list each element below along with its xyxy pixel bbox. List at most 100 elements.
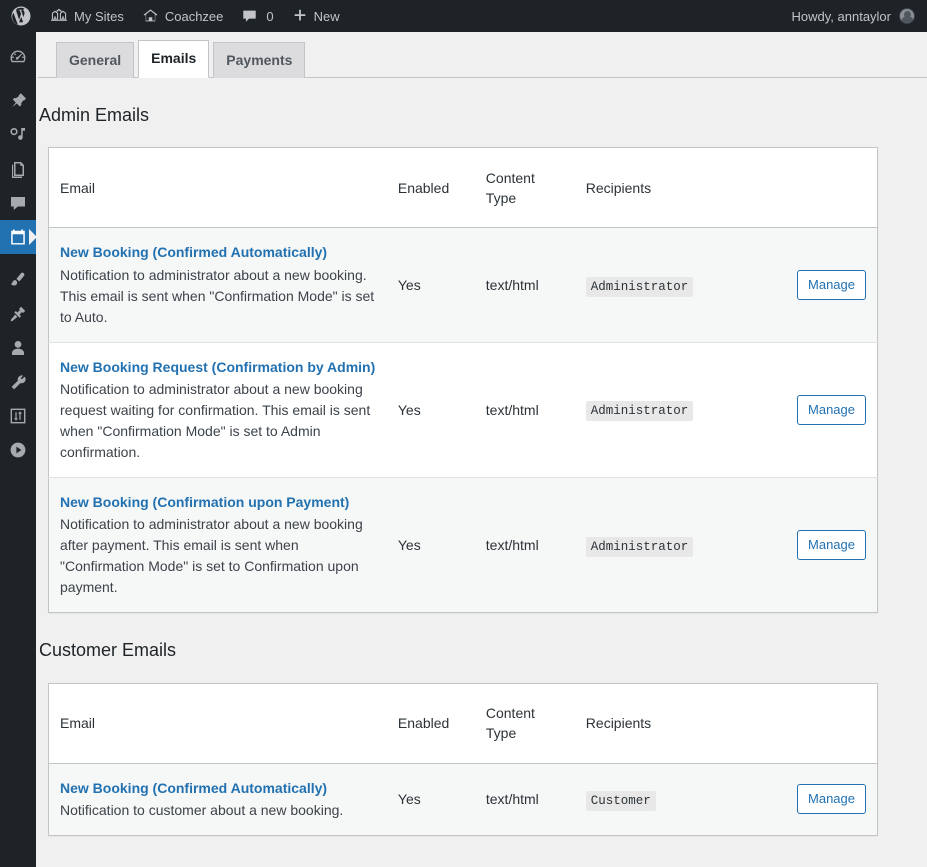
recipient-badge: Administrator — [585, 401, 694, 422]
column-header-content-type: Content Type — [475, 147, 576, 229]
recipients-cell: Customer — [575, 763, 776, 836]
admin-emails-heading: Admin Emails — [39, 105, 150, 125]
comment-bubble-icon — [241, 8, 258, 24]
site-name-label: Coachzee — [164, 8, 224, 24]
email-title-link[interactable]: New Booking (Confirmed Automatically) — [60, 778, 378, 798]
column-header-enabled: Enabled — [387, 683, 476, 764]
column-header-recipients: Recipients — [575, 147, 776, 229]
menu-separator-1 — [0, 75, 36, 84]
buildings-icon — [50, 8, 68, 24]
column-header-email: Email — [48, 683, 388, 764]
sidebar-item-media-player[interactable] — [0, 433, 36, 467]
sidebar-item-tools[interactable] — [0, 365, 36, 399]
pages-icon — [8, 159, 28, 179]
new-label: New — [313, 8, 340, 24]
manage-button[interactable]: Manage — [797, 784, 866, 815]
sidebar-item-pages[interactable] — [0, 152, 36, 186]
sidebar-item-media[interactable] — [0, 118, 36, 152]
sidebar-item-bookings[interactable] — [0, 220, 37, 254]
sidebar-item-appearance[interactable] — [0, 263, 36, 297]
recipient-badge: Administrator — [585, 276, 694, 297]
my-sites-menu[interactable]: My Sites — [41, 0, 133, 32]
sidebar-item-plugins[interactable] — [0, 297, 36, 331]
pin-icon — [8, 91, 28, 111]
table-header-row: Email Enabled Content Type Recipients — [48, 147, 878, 229]
customer-emails-table-body: New Booking (Confirmed Automatically) No… — [48, 763, 878, 836]
settings-tab-bar: General Emails Payments — [38, 40, 927, 78]
column-header-enabled: Enabled — [387, 147, 476, 229]
plus-icon — [292, 8, 308, 24]
new-content-menu[interactable]: New — [283, 0, 349, 32]
content-type-cell: text/html — [475, 342, 576, 478]
email-cell: New Booking (Confirmed Automatically) No… — [48, 763, 388, 836]
email-description: Notification to administrator about a ne… — [60, 266, 375, 325]
paintbrush-icon — [8, 270, 28, 290]
email-description: Notification to administrator about a ne… — [60, 380, 371, 460]
enabled-cell: Yes — [387, 227, 476, 343]
media-icon — [8, 125, 28, 145]
home-icon — [142, 8, 159, 24]
tab-general[interactable]: General — [56, 42, 135, 78]
email-title-link[interactable]: New Booking (Confirmed Automatically) — [60, 242, 378, 262]
my-account-menu[interactable]: Howdy, anntaylor — [783, 0, 927, 32]
avatar — [899, 8, 915, 24]
settings-icon — [8, 406, 28, 426]
email-description: Notification to customer about a new boo… — [60, 801, 344, 818]
sidebar-item-posts[interactable] — [0, 84, 36, 118]
comments-menu[interactable]: 0 — [232, 0, 282, 32]
comments-icon — [8, 193, 28, 213]
recipient-badge: Customer — [585, 790, 656, 811]
admin-emails-table: Email Enabled Content Type Recipients Ne… — [48, 147, 878, 614]
manage-button[interactable]: Manage — [797, 530, 866, 561]
calendar-icon — [8, 227, 28, 247]
content-type-cell: text/html — [475, 227, 576, 343]
comment-count: 0 — [266, 8, 274, 24]
wp-admin-bar: My Sites Coachzee 0 New Howdy, anntaylor — [0, 0, 927, 32]
menu-separator-2 — [0, 254, 36, 263]
enabled-cell: Yes — [387, 342, 476, 478]
recipients-cell: Administrator — [575, 477, 776, 613]
tab-payments[interactable]: Payments — [213, 42, 306, 78]
table-row: New Booking Request (Confirmation by Adm… — [48, 342, 878, 478]
manage-button[interactable]: Manage — [797, 394, 866, 425]
recipients-cell: Administrator — [575, 227, 776, 343]
email-description: Notification to administrator about a ne… — [60, 516, 363, 596]
content-type-cell: text/html — [475, 763, 576, 836]
recipient-badge: Administrator — [585, 536, 694, 557]
customer-emails-table-head: Email Enabled Content Type Recipients — [48, 683, 878, 764]
wordpress-logo-menu[interactable] — [0, 0, 41, 32]
wordpress-logo-icon — [11, 6, 31, 26]
manage-button[interactable]: Manage — [797, 270, 866, 300]
email-cell: New Booking Request (Confirmation by Adm… — [48, 342, 388, 478]
email-title-link[interactable]: New Booking (Confirmation upon Payment) — [60, 492, 378, 512]
plugin-icon — [8, 304, 28, 324]
howdy-label: Howdy, anntaylor — [791, 8, 891, 24]
column-header-email: Email — [48, 147, 388, 229]
column-header-recipients: Recipients — [575, 683, 776, 764]
email-cell: New Booking (Confirmed Automatically) No… — [48, 227, 388, 343]
table-header-row: Email Enabled Content Type Recipients — [48, 683, 878, 764]
customer-emails-table: Email Enabled Content Type Recipients Ne… — [48, 682, 878, 836]
wrench-icon — [8, 372, 28, 392]
site-name-menu[interactable]: Coachzee — [133, 0, 233, 32]
dashboard-icon — [8, 48, 28, 68]
column-header-actions — [775, 147, 878, 229]
play-circle-icon — [8, 440, 28, 460]
sidebar-item-settings[interactable] — [0, 399, 36, 433]
email-cell: New Booking (Confirmation upon Payment) … — [48, 477, 388, 613]
sidebar-item-comments[interactable] — [0, 186, 36, 220]
tab-emails[interactable]: Emails — [138, 40, 210, 78]
admin-emails-table-head: Email Enabled Content Type Recipients — [48, 147, 878, 229]
my-sites-label: My Sites — [74, 8, 124, 24]
menu-spacer-top — [0, 32, 36, 41]
user-icon — [8, 338, 28, 358]
sidebar-item-users[interactable] — [0, 331, 36, 365]
column-header-content-type: Content Type — [475, 683, 576, 764]
enabled-cell: Yes — [387, 477, 476, 613]
enabled-cell: Yes — [387, 763, 476, 836]
admin-emails-table-body: New Booking (Confirmed Automatically) No… — [48, 227, 878, 613]
table-row: New Booking (Confirmed Automatically) No… — [48, 763, 878, 836]
email-title-link[interactable]: New Booking Request (Confirmation by Adm… — [60, 357, 378, 377]
sidebar-item-dashboard[interactable] — [0, 41, 36, 75]
customer-emails-heading: Customer Emails — [39, 640, 177, 661]
